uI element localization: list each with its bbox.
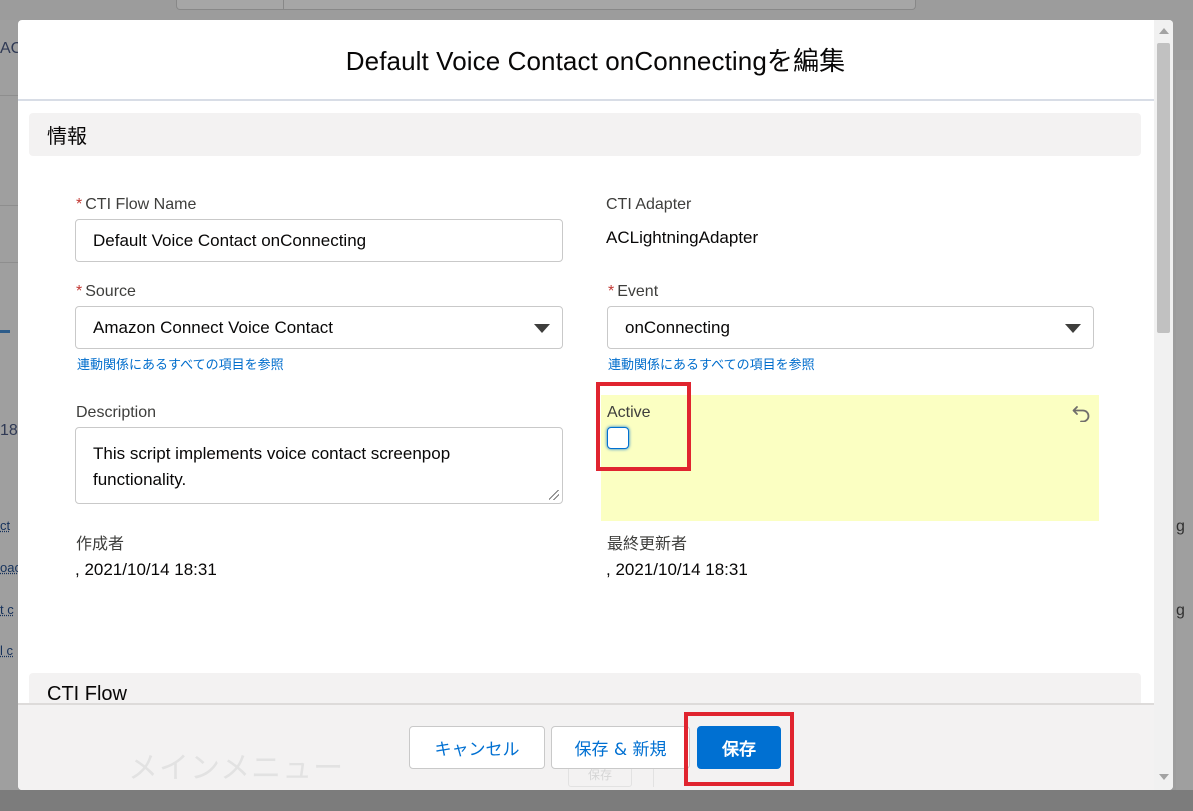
modal-header: Default Voice Contact onConnectingを編集 <box>18 20 1173 101</box>
cti-flow-name-label: * CTI Flow Name <box>76 196 196 214</box>
background-text-fragment: 18 <box>0 422 18 439</box>
background-text-fragment: g <box>1176 518 1185 535</box>
active-field-changed-highlight <box>601 395 1099 521</box>
resize-handle[interactable] <box>549 490 559 500</box>
cti-adapter-value: ACLightningAdapter <box>606 228 759 247</box>
cti-adapter-label: CTI Adapter <box>606 196 692 213</box>
save-button[interactable]: 保存 <box>697 726 781 769</box>
background-bottom-bar <box>0 790 1193 811</box>
required-mark: * <box>76 196 83 213</box>
active-label: Active <box>607 404 651 421</box>
modal-footer: メインメニュー 保存 キャンセル 保存 & 新規 保存 <box>18 703 1154 790</box>
background-menu-ghost-text: メインメニュー <box>128 752 345 785</box>
active-checkbox[interactable] <box>607 427 629 449</box>
background-active-tab-indicator <box>0 330 10 333</box>
cancel-button[interactable]: キャンセル <box>409 726 545 769</box>
chevron-down-icon <box>1065 324 1081 333</box>
description-value: This script implements voice contact scr… <box>93 444 451 489</box>
background-search-divider <box>283 0 284 10</box>
source-select[interactable]: Amazon Connect Voice Contact <box>75 306 563 349</box>
event-dependencies-link[interactable]: 連動関係にあるすべての項目を参照 <box>608 354 815 373</box>
background-link-fragment: t c <box>0 602 14 617</box>
event-selected-value: onConnecting <box>625 317 730 337</box>
chevron-down-icon <box>534 324 550 333</box>
background-right-strip <box>1176 70 1193 790</box>
section-header-cti-flow[interactable]: CTI Flow <box>29 673 1141 703</box>
cti-flow-name-value: Default Voice Contact onConnecting <box>93 230 367 250</box>
scroll-down-arrow-icon[interactable] <box>1159 774 1169 780</box>
last-modified-by-value: , 2021/10/14 18:31 <box>606 560 748 579</box>
background-divider <box>0 205 18 206</box>
background-divider <box>0 262 18 263</box>
background-link-fragment: ct <box>0 518 11 533</box>
required-mark: * <box>608 283 615 300</box>
last-modified-by-label: 最終更新者 <box>607 536 688 553</box>
undo-icon[interactable] <box>1072 402 1092 422</box>
background-link-fragment: l c <box>0 643 13 658</box>
background-search-bar <box>176 0 916 10</box>
section-header-info[interactable]: 情報 <box>29 113 1141 156</box>
created-by-label: 作成者 <box>76 536 125 553</box>
save-and-new-button[interactable]: 保存 & 新規 <box>551 726 690 769</box>
edit-modal: Default Voice Contact onConnectingを編集 情報… <box>18 20 1173 790</box>
cti-flow-name-label-text: CTI Flow Name <box>85 196 197 213</box>
event-label-text: Event <box>617 283 659 300</box>
section-title: 情報 <box>47 126 87 148</box>
section-title: CTI Flow <box>47 683 127 703</box>
source-dependencies-link[interactable]: 連動関係にあるすべての項目を参照 <box>77 354 284 373</box>
background-text-fragment: g <box>1176 602 1185 619</box>
description-textarea[interactable]: This script implements voice contact scr… <box>75 427 563 504</box>
background-left-strip <box>0 20 18 790</box>
modal-body[interactable]: 情報 * CTI Flow Name Default Voice Contact … <box>18 101 1154 703</box>
event-select[interactable]: onConnecting <box>607 306 1094 349</box>
created-by-value: , 2021/10/14 18:31 <box>75 560 217 579</box>
modal-title: Default Voice Contact onConnectingを編集 <box>345 46 846 76</box>
source-label-text: Source <box>85 283 136 300</box>
description-label: Description <box>76 404 157 421</box>
source-label: * Source <box>76 283 136 301</box>
scroll-up-arrow-icon[interactable] <box>1159 28 1169 34</box>
scroll-thumb[interactable] <box>1157 43 1170 333</box>
source-selected-value: Amazon Connect Voice Contact <box>93 317 334 337</box>
modal-scrollbar[interactable] <box>1154 20 1173 790</box>
background-divider <box>0 95 18 96</box>
required-mark: * <box>76 283 83 300</box>
event-label: * Event <box>608 283 658 301</box>
cti-flow-name-input[interactable]: Default Voice Contact onConnecting <box>75 219 563 262</box>
